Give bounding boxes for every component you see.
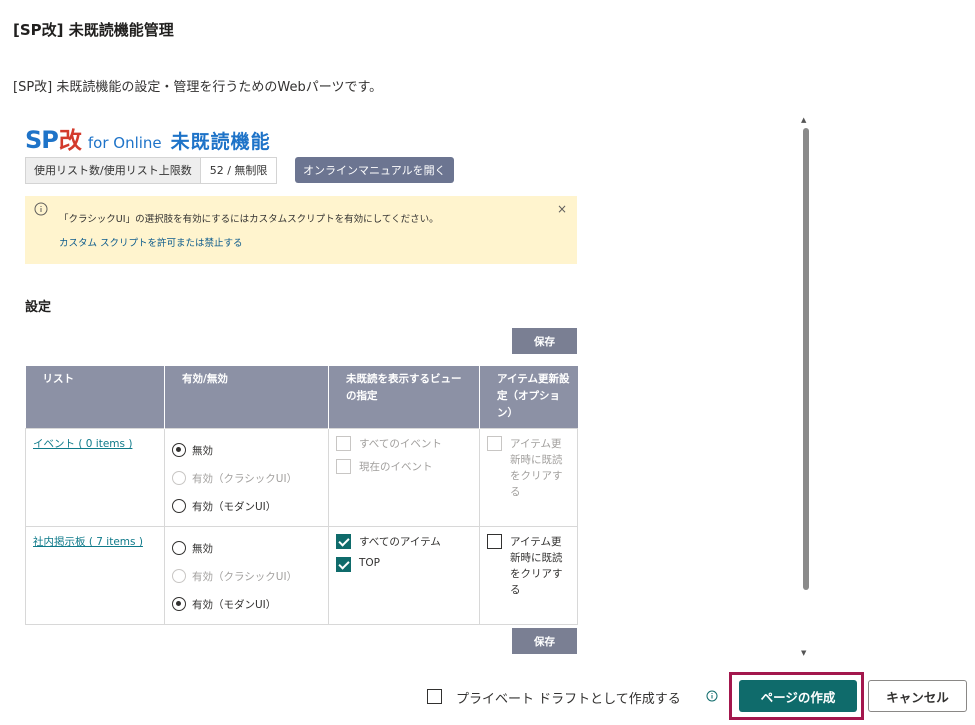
update-checkbox: アイテム更新時に既読をクリアする [487,436,570,500]
radio-classic: 有効（クラシックUI） [172,464,321,492]
checkbox-label: アイテム更新時に既読をクリアする [510,438,563,498]
checkbox-box [487,436,502,451]
logo-online: for Online [87,134,162,152]
checkbox-box [336,557,351,572]
message-text: 「クラシックUI」の選択肢を有効にするにはカスタムスクリプトを有効にしてください… [59,214,439,225]
radio-label: 無効 [192,542,213,555]
checkbox-label: アイテム更新時に既読をクリアする [510,536,563,596]
view-cell: すべてのアイテム TOP [328,526,480,625]
header-update: アイテム更新設定（オプション） [479,366,578,429]
checkbox-box [487,534,502,549]
view-checkbox[interactable]: すべてのアイテム [336,534,472,549]
settings-heading: 設定 [25,300,52,315]
radio-modern[interactable]: 有効（モダンUI） [172,492,321,520]
table-row: イベント ( 0 items ) 無効 有効（クラシックUI） 有効（モダンUI… [25,428,578,527]
radio-label: 有効（クラシックUI） [192,570,298,583]
dialog-title: [SP改] 未既読機能管理 [13,21,174,39]
close-icon[interactable]: × [557,202,567,216]
list-settings-table: リスト 有効/無効 未既読を表示するビューの指定 アイテム更新設定（オプション）… [25,366,578,625]
save-button-top[interactable]: 保存 [512,328,577,354]
update-checkbox[interactable]: アイテム更新時に既読をクリアする [487,534,570,598]
list-link-events[interactable]: イベント ( 0 items ) [33,438,132,450]
usage-value: 52 / 無制限 [200,158,277,183]
private-draft-checkbox[interactable] [427,689,442,704]
radio-label: 有効（モダンUI） [192,500,277,513]
radio-indicator [172,471,186,485]
message-bar: 「クラシックUI」の選択肢を有効にするにはカスタムスクリプトを有効にしてください… [25,196,577,264]
view-checkbox: すべてのイベント [336,436,472,451]
update-cell: アイテム更新時に既読をクリアする [479,526,578,625]
radio-disable[interactable]: 無効 [172,436,321,464]
radio-indicator [172,541,186,555]
header-enabled: 有効/無効 [164,366,329,429]
status-cell: 無効 有効（クラシックUI） 有効（モダンUI） [164,428,329,527]
radio-indicator [172,499,186,513]
product-logo: SP 改 for Online 未既読機能 [25,121,271,155]
view-cell: すべてのイベント 現在のイベント [328,428,480,527]
list-cell: 社内掲示板 ( 7 items ) [25,526,165,625]
checkbox-box [336,534,351,549]
radio-indicator [172,597,186,611]
radio-label: 有効（モダンUI） [192,598,277,611]
info-icon[interactable] [706,690,718,702]
custom-script-link[interactable]: カスタム スクリプトを許可または禁止する [59,235,243,249]
radio-disable[interactable]: 無効 [172,534,321,562]
scroll-down-arrow-icon[interactable]: ▼ [801,649,806,657]
logo-feature-name: 未既読機能 [170,131,271,153]
radio-indicator [172,443,186,457]
checkbox-box [336,436,351,451]
usage-label: 使用リスト数/使用リスト上限数 [26,158,201,183]
open-manual-button[interactable]: オンラインマニュアルを開く [295,157,454,183]
radio-indicator [172,569,186,583]
save-button-bottom[interactable]: 保存 [512,628,577,654]
table-header-row: リスト 有効/無効 未既読を表示するビューの指定 アイテム更新設定（オプション） [25,366,578,429]
checkbox-box [336,459,351,474]
webpart-preview: SP 改 for Online 未既読機能 使用リスト数/使用リスト上限数 52… [0,110,815,665]
radio-label: 有効（クラシックUI） [192,472,298,485]
scrollbar-thumb[interactable] [803,128,809,590]
checkbox-label: TOP [359,557,381,569]
radio-classic: 有効（クラシックUI） [172,562,321,590]
checkbox-label: 現在のイベント [359,461,433,473]
radio-label: 無効 [192,444,213,457]
logo-kai: 改 [58,128,82,154]
list-link-bulletin-board[interactable]: 社内掲示板 ( 7 items ) [33,536,143,548]
logo-sp: SP [25,126,59,154]
usage-counter: 使用リスト数/使用リスト上限数 52 / 無制限 [25,157,278,184]
status-cell: 無効 有効（クラシックUI） 有効（モダンUI） [164,526,329,625]
view-checkbox[interactable]: TOP [336,557,472,572]
radio-modern[interactable]: 有効（モダンUI） [172,590,321,618]
create-page-button[interactable]: ページの作成 [739,680,857,712]
cancel-button[interactable]: キャンセル [868,680,967,712]
scroll-up-arrow-icon[interactable]: ▲ [801,116,806,124]
view-checkbox: 現在のイベント [336,459,472,474]
header-list: リスト [25,366,165,429]
dialog-description: [SP改] 未既読機能の設定・管理を行うためのWebパーツです。 [13,80,383,95]
header-view: 未既読を表示するビューの指定 [328,366,480,429]
private-draft-label: プライベート ドラフトとして作成する [456,692,681,707]
update-cell: アイテム更新時に既読をクリアする [479,428,578,527]
checkbox-label: すべてのイベント [359,438,442,450]
checkbox-label: すべてのアイテム [359,536,441,548]
table-row: 社内掲示板 ( 7 items ) 無効 有効（クラシックUI） 有効（モダンU… [25,526,578,625]
info-icon [34,202,48,216]
list-cell: イベント ( 0 items ) [25,428,165,527]
